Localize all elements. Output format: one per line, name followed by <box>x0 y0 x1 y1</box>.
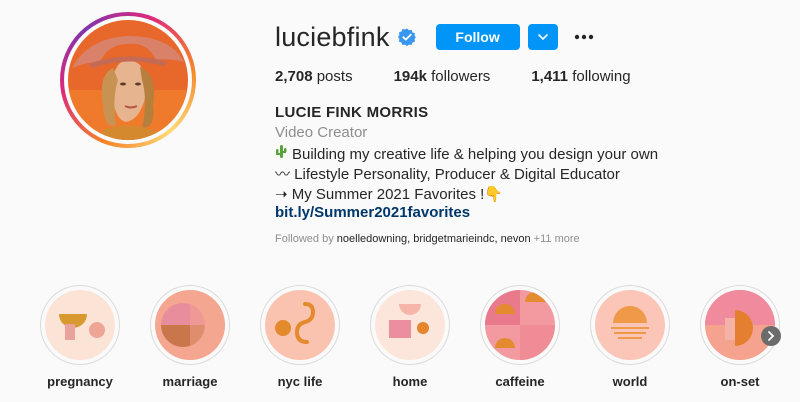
highlight-cover <box>595 290 665 360</box>
follow-button[interactable]: Follow <box>435 24 520 50</box>
highlight-cover <box>705 290 775 360</box>
username: luciebfink <box>275 21 390 52</box>
highlight-ring <box>150 285 230 365</box>
highlight-nyc-life[interactable]: nyc life <box>258 285 342 389</box>
chevron-down-icon <box>537 34 548 41</box>
following-stat[interactable]: 1,411 following <box>531 68 630 85</box>
posts-count: 2,708 <box>275 68 313 85</box>
bio-link[interactable]: bit.ly/Summer2021favorites <box>275 204 470 221</box>
highlight-marriage[interactable]: marriage <box>148 285 232 389</box>
story-highlights: pregnancy marriage nyc life home caffein… <box>38 285 798 395</box>
next-highlights-button[interactable] <box>761 326 781 346</box>
bio-line-1: Building my creative life & helping you … <box>275 144 658 165</box>
highlight-pregnancy[interactable]: pregnancy <box>38 285 122 389</box>
highlight-ring <box>370 285 450 365</box>
highlight-ring <box>40 285 120 365</box>
bio-line-2: 〰 Lifestyle Personality, Producer & Digi… <box>275 166 620 183</box>
followers-label: followers <box>426 68 491 85</box>
avatar-photo <box>68 20 188 140</box>
highlight-ring <box>590 285 670 365</box>
highlight-caffeine[interactable]: caffeine <box>478 285 562 389</box>
followed-by-more: +11 more <box>530 233 580 245</box>
highlight-ring <box>260 285 340 365</box>
posts-stat: 2,708 posts <box>275 68 353 85</box>
bio-line-1-text: Building my creative life & helping you … <box>292 145 659 163</box>
full-name: LUCIE FINK MORRIS <box>275 104 429 121</box>
profile-category: Video Creator <box>275 124 368 141</box>
bio-line-3: ➝ My Summer 2021 Favorites !👇 <box>275 186 503 203</box>
followed-by-prefix: Followed by <box>275 233 337 245</box>
highlight-world[interactable]: world <box>588 285 672 389</box>
suggested-dropdown-button[interactable] <box>527 24 558 50</box>
avatar-gap <box>64 16 192 144</box>
highlight-cover <box>265 290 335 360</box>
avatar[interactable] <box>68 20 188 140</box>
highlight-label: pregnancy <box>47 374 113 389</box>
highlight-label: marriage <box>162 374 218 389</box>
highlight-label: caffeine <box>495 374 545 389</box>
followers-count: 194k <box>393 68 427 85</box>
more-options-button[interactable] <box>572 25 596 49</box>
highlight-cover <box>485 290 555 360</box>
profile-header: luciebfink Follow <box>275 22 596 52</box>
bio: Building my creative life & helping you … <box>275 144 658 205</box>
followed-by-names: noelledowning, bridgetmarieindc, nevon <box>336 233 531 245</box>
highlight-label: home <box>392 374 428 389</box>
followers-stat[interactable]: 194k followers <box>394 68 491 85</box>
highlight-label: on-set <box>720 374 760 389</box>
highlight-ring <box>700 285 780 365</box>
profile-avatar-ring[interactable] <box>60 12 196 148</box>
highlight-cover <box>155 290 225 360</box>
posts-label: posts <box>312 68 353 85</box>
highlight-label: world <box>612 374 648 389</box>
more-options-icon <box>574 34 593 40</box>
followed-by[interactable]: Followed by noelledowning, bridgetmariei… <box>275 233 580 245</box>
highlight-label: nyc life <box>277 374 323 389</box>
following-count: 1,411 <box>531 68 569 85</box>
chevron-right-icon <box>768 331 775 341</box>
highlight-cover <box>45 290 115 360</box>
following-label: following <box>568 68 631 85</box>
profile-stats: 2,708 posts 194k followers 1,411 followi… <box>275 68 672 85</box>
highlight-cover <box>375 290 445 360</box>
cactus-icon <box>275 144 288 165</box>
highlight-ring <box>480 285 560 365</box>
verified-badge-icon <box>397 28 416 46</box>
highlight-home[interactable]: home <box>368 285 452 389</box>
